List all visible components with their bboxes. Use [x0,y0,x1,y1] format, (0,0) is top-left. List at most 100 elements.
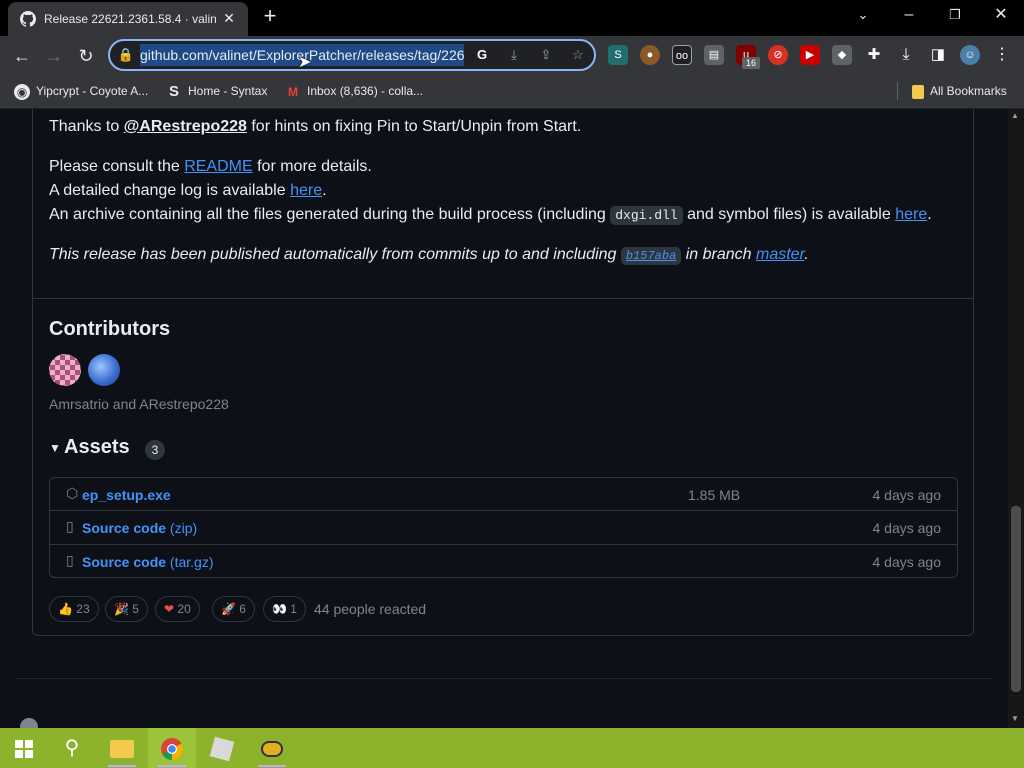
release-body-line-5: This release has been published automati… [49,243,809,268]
text: . [927,206,932,223]
github-icon [20,11,36,27]
mention-link[interactable]: @ARestrepo228 [124,118,247,135]
party-icon: 🎉 [114,602,129,616]
contributor-avatar[interactable] [49,354,81,386]
package-icon: ⬡ [66,485,79,501]
all-bookmarks-button[interactable]: All Bookmarks [912,82,1007,100]
close-window-icon[interactable]: ✕ [978,0,1024,30]
bookmark-label: Home - Syntax [188,84,268,98]
mouse-cursor-icon: ➤ [298,54,312,71]
bookmarks-divider [897,82,898,100]
red-circle-extension-icon[interactable]: ⊘ [768,45,788,65]
maximize-icon[interactable]: ❐ [932,0,978,30]
chrome-logo-icon [161,737,183,760]
asset-name: Source code [82,520,167,536]
extension-printer-icon[interactable]: ▤ [704,45,724,65]
text: Please consult the [49,158,185,175]
new-tab-button[interactable]: + [258,4,282,28]
reaction-heart[interactable]: ❤ 20 [155,596,200,622]
readme-link[interactable]: README [184,158,252,175]
asset-link[interactable]: Source code (zip) [82,520,197,536]
asset-link[interactable]: Source code (tar.gz) [82,554,214,570]
footer-divider [16,678,992,679]
chrome-menu-icon[interactable]: ⋮ [992,45,1012,65]
release-body-line-3: A detailed change log is available here. [49,179,327,203]
bookmark-label: Yipcrypt - Coyote A... [36,84,149,98]
downloads-icon[interactable]: ⤓ [896,45,916,65]
reaction-thumbs-up[interactable]: 👍 23 [49,596,99,622]
rocket-icon: 🚀 [221,602,236,616]
archive-link[interactable]: here [895,206,927,223]
tab-close-icon[interactable]: ✕ [220,9,238,27]
back-icon[interactable]: ← [8,42,36,70]
changelog-link[interactable]: here [290,182,322,199]
eyes-icon: 👀 [272,602,287,616]
roblox-icon[interactable] [198,728,246,768]
contributors-heading: Contributors [49,318,171,340]
extension-gray-icon[interactable]: ◆ [832,45,852,65]
tab-active[interactable]: Release 22621.2361.58.4 · valinet ✕ [8,2,248,36]
file-explorer-icon[interactable] [98,728,146,768]
google-lens-icon[interactable]: G [472,46,492,64]
reaction-eyes[interactable]: 👀 1 [263,596,306,622]
inline-code: dxgi.dll [610,206,683,225]
asset-date: 4 days ago [872,554,942,570]
text: for more details. [252,158,372,175]
windows-start-icon[interactable] [0,728,48,768]
scrollbar-thumb[interactable] [1011,506,1021,692]
tab-title: Release 22621.2361.58.4 · valinet [44,12,216,26]
asset-name: ep_setup.exe [82,487,171,503]
tab-search-icon[interactable]: ⌄ [840,0,886,30]
bookmark-star-icon[interactable]: ☆ [568,46,588,64]
commit-link[interactable]: b157aba [620,247,682,265]
chrome-icon[interactable] [148,728,196,768]
cookie-extension-icon[interactable]: ● [640,45,660,65]
folder-icon [912,84,924,99]
all-bookmarks-label: All Bookmarks [930,84,1007,98]
site-info-icon[interactable]: 🔒 [116,46,136,64]
windows-logo-icon [15,739,33,758]
forward-icon[interactable]: → [40,42,68,70]
share-icon[interactable]: ⇪ [536,46,556,64]
bookmark-item[interactable]: M Inbox (8,636) - colla... [285,82,423,100]
reload-icon[interactable]: ↻ [72,42,100,70]
asset-ext: (zip) [166,520,198,536]
scroll-down-arrow-icon[interactable]: ▼ [1011,714,1019,723]
extension-s-icon[interactable]: S [608,45,628,65]
branch-link[interactable]: master [756,246,804,263]
reaction-count: 23 [76,602,90,616]
bookmark-item[interactable]: S Home - Syntax [166,82,267,100]
asset-date: 4 days ago [872,520,942,536]
assets-toggle-icon[interactable]: ▼ [49,441,61,455]
release-body-line-4: An archive containing all the files gene… [49,203,932,228]
asset-date: 4 days ago [872,487,942,503]
contributor-avatar[interactable] [88,354,120,386]
text: This release has been published automati… [49,246,621,263]
asset-name: Source code [82,554,167,570]
ublock-badge: 16 [742,57,760,69]
release-body-line-2: Please consult the README for more detai… [49,155,372,179]
extensions-puzzle-icon[interactable]: ✚ [864,45,884,65]
reaction-hooray[interactable]: 🎉 5 [105,596,148,622]
taskbar-search-icon[interactable]: ⚲ [48,728,96,768]
asset-ext: (tar.gz) [166,554,214,570]
install-icon[interactable]: ⤓ [504,46,524,64]
profile-avatar[interactable]: ☺ [960,45,980,65]
scroll-up-arrow-icon[interactable]: ▲ [1011,111,1019,120]
bookmark-item[interactable]: ◉ Yipcrypt - Coyote A... [14,82,148,100]
file-zip-icon: ▯ [66,518,74,534]
asset-link[interactable]: ep_setup.exe [82,487,171,503]
text: for hints on fixing Pin to Start/Unpin f… [246,118,582,135]
bookmark-label: Inbox (8,636) - colla... [307,84,424,98]
reaction-rocket[interactable]: 🚀 6 [212,596,255,622]
asset-size: 1.85 MB [688,487,741,503]
thumbs-up-icon: 👍 [58,602,73,616]
extension-dots-icon[interactable]: oo [672,45,692,65]
github-footer-icon[interactable] [20,718,38,728]
side-panel-icon[interactable]: ◨ [928,45,948,65]
minimize-icon[interactable]: – [886,0,932,30]
release-body-line-1: Thanks to @ARestrepo228 for hints on fix… [49,115,581,139]
assets-heading[interactable]: Assets [64,436,130,459]
bee-app-icon[interactable] [248,728,296,768]
youtube-extension-icon[interactable]: ▶ [800,45,820,65]
